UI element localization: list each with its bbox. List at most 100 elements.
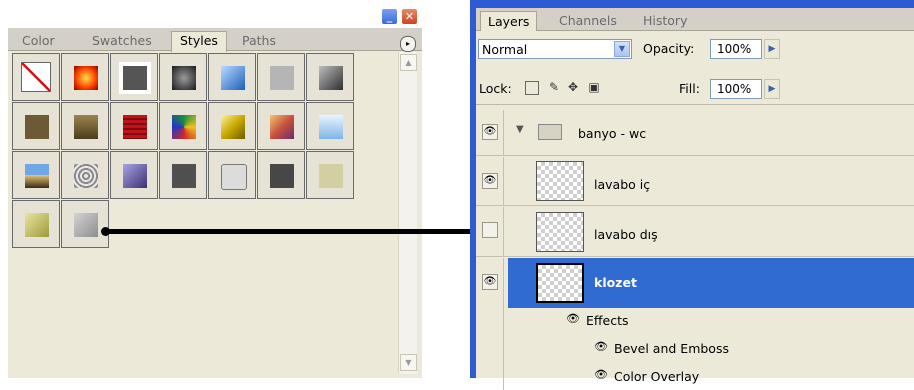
swatch-fill bbox=[221, 66, 245, 90]
tab-history[interactable]: History bbox=[636, 11, 694, 30]
eye-icon[interactable]: 👁 bbox=[482, 173, 498, 189]
eye-icon[interactable]: 👁 bbox=[482, 124, 498, 140]
blend-mode-select[interactable]: Normal ▼ bbox=[478, 39, 632, 59]
swatch-fill bbox=[74, 164, 98, 188]
opacity-field[interactable]: 100% bbox=[710, 39, 762, 59]
layer-thumbnail bbox=[536, 161, 584, 201]
expand-triangle-icon[interactable]: ▼ bbox=[516, 124, 524, 135]
style-sunset-swatch[interactable] bbox=[257, 102, 305, 150]
swatch-fill bbox=[172, 66, 196, 90]
visibility-column: 👁 bbox=[476, 258, 504, 308]
layers-separator bbox=[476, 104, 914, 105]
layer-row-selected[interactable]: 👁 klozet bbox=[476, 258, 914, 308]
minimize-icon: _ bbox=[386, 10, 393, 23]
style-gray-bevel-new-swatch[interactable] bbox=[61, 200, 109, 248]
close-icon: ✕ bbox=[404, 10, 415, 23]
effect-name: Bevel and Emboss bbox=[614, 341, 729, 356]
tab-color[interactable]: Color bbox=[14, 32, 63, 50]
style-outline-swatch[interactable] bbox=[208, 151, 256, 199]
style-landscape-swatch[interactable] bbox=[12, 151, 60, 199]
lock-all-icon[interactable]: ▣ bbox=[587, 80, 601, 94]
style-purple-bevel-swatch[interactable] bbox=[110, 151, 158, 199]
visibility-column: 👁 bbox=[476, 157, 504, 205]
eye-icon[interactable]: 👁 bbox=[594, 340, 608, 353]
blend-mode-value: Normal bbox=[482, 42, 528, 57]
fill-stepper[interactable]: ▶ bbox=[764, 79, 780, 99]
layer-row[interactable]: 👁 lavabo iç bbox=[476, 157, 914, 206]
tab-styles[interactable]: Styles bbox=[171, 31, 227, 52]
swatch-fill bbox=[25, 115, 49, 139]
lock-label: Lock: bbox=[479, 81, 512, 96]
style-red-glow-swatch[interactable] bbox=[61, 53, 109, 101]
swatch-fill bbox=[270, 66, 294, 90]
selected-highlight: klozet bbox=[508, 258, 914, 308]
lock-brush-icon[interactable]: ✎ bbox=[547, 80, 561, 94]
style-gray-outlined-swatch[interactable] bbox=[110, 53, 158, 101]
layers-tabstrip: Layers Channels History bbox=[476, 8, 914, 31]
minimize-button[interactable]: _ bbox=[381, 8, 398, 25]
style-multicolor-swatch[interactable] bbox=[159, 102, 207, 150]
swatch-fill bbox=[123, 115, 147, 139]
swatch-fill bbox=[123, 66, 147, 90]
visibility-column bbox=[476, 207, 504, 256]
swatch-fill bbox=[319, 164, 343, 188]
effects-row[interactable]: 👁 Effects bbox=[476, 308, 914, 334]
style-dark-gray-swatch[interactable] bbox=[159, 151, 207, 199]
layer-row[interactable]: lavabo dış bbox=[476, 207, 914, 257]
close-button[interactable]: ✕ bbox=[401, 8, 418, 25]
styles-scrollbar[interactable]: ▲ ▼ bbox=[398, 52, 417, 374]
style-olive-bevel-swatch[interactable] bbox=[12, 200, 60, 248]
tab-layers[interactable]: Layers bbox=[480, 11, 538, 31]
drag-arrow-line bbox=[106, 229, 486, 234]
scroll-up-button[interactable]: ▲ bbox=[400, 54, 417, 71]
lock-move-icon[interactable]: ✥ bbox=[566, 80, 580, 94]
effect-row[interactable]: 👁 Color Overlay bbox=[476, 362, 914, 390]
style-grid bbox=[12, 53, 366, 253]
chevron-down-icon[interactable]: ▼ bbox=[614, 41, 630, 57]
eye-icon[interactable]: 👁 bbox=[594, 368, 608, 381]
layer-group-row[interactable]: 👁 ▼ banyo - wc bbox=[476, 110, 914, 156]
tab-paths[interactable]: Paths bbox=[234, 32, 284, 50]
layer-name: klozet bbox=[594, 275, 637, 290]
style-dark-round-swatch[interactable] bbox=[159, 53, 207, 101]
style-khaki-swatch[interactable] bbox=[306, 151, 354, 199]
layer-thumbnail bbox=[536, 263, 584, 303]
lock-transparency-icon[interactable] bbox=[525, 81, 539, 95]
scroll-down-button[interactable]: ▼ bbox=[400, 354, 417, 371]
layer-thumbnail bbox=[536, 212, 584, 252]
eye-icon[interactable]: 👁 bbox=[482, 274, 498, 290]
style-charcoal-swatch[interactable] bbox=[257, 151, 305, 199]
eye-icon[interactable]: 👁 bbox=[566, 312, 580, 325]
fill-field[interactable]: 100% bbox=[710, 79, 762, 99]
opacity-stepper[interactable]: ▶ bbox=[764, 39, 780, 59]
style-blue-glass-swatch[interactable] bbox=[208, 53, 256, 101]
panel-menu-button[interactable]: ▸ bbox=[400, 36, 416, 52]
opacity-label: Opacity: bbox=[643, 41, 695, 56]
style-gold-swatch[interactable] bbox=[208, 102, 256, 150]
swatch-fill bbox=[25, 213, 49, 237]
swatch-fill bbox=[270, 164, 294, 188]
eye-hidden-icon[interactable] bbox=[482, 222, 498, 238]
style-wood-swatch[interactable] bbox=[12, 102, 60, 150]
group-name: banyo - wc bbox=[578, 126, 647, 141]
tab-channels[interactable]: Channels bbox=[552, 11, 624, 30]
swatch-fill bbox=[172, 115, 196, 139]
visibility-column bbox=[476, 308, 504, 334]
swatch-fill bbox=[319, 115, 343, 139]
swatch-fill bbox=[21, 62, 51, 92]
style-stone-swatch[interactable] bbox=[61, 151, 109, 199]
effect-name: Color Overlay bbox=[614, 369, 700, 384]
folder-icon bbox=[538, 124, 562, 140]
style-bronze-swatch[interactable] bbox=[61, 102, 109, 150]
style-gray-gradient-swatch[interactable] bbox=[306, 53, 354, 101]
tab-swatches[interactable]: Swatches bbox=[84, 32, 160, 50]
style-red-stripes-swatch[interactable] bbox=[110, 102, 158, 150]
effect-row[interactable]: 👁 Bevel and Emboss bbox=[476, 334, 914, 362]
style-none-swatch[interactable] bbox=[12, 53, 60, 101]
swatch-fill bbox=[172, 164, 196, 188]
style-light-gray-swatch[interactable] bbox=[257, 53, 305, 101]
style-sky-swatch[interactable] bbox=[306, 102, 354, 150]
visibility-column bbox=[476, 362, 504, 390]
effects-label: Effects bbox=[586, 313, 629, 328]
visibility-column: 👁 bbox=[476, 110, 504, 155]
